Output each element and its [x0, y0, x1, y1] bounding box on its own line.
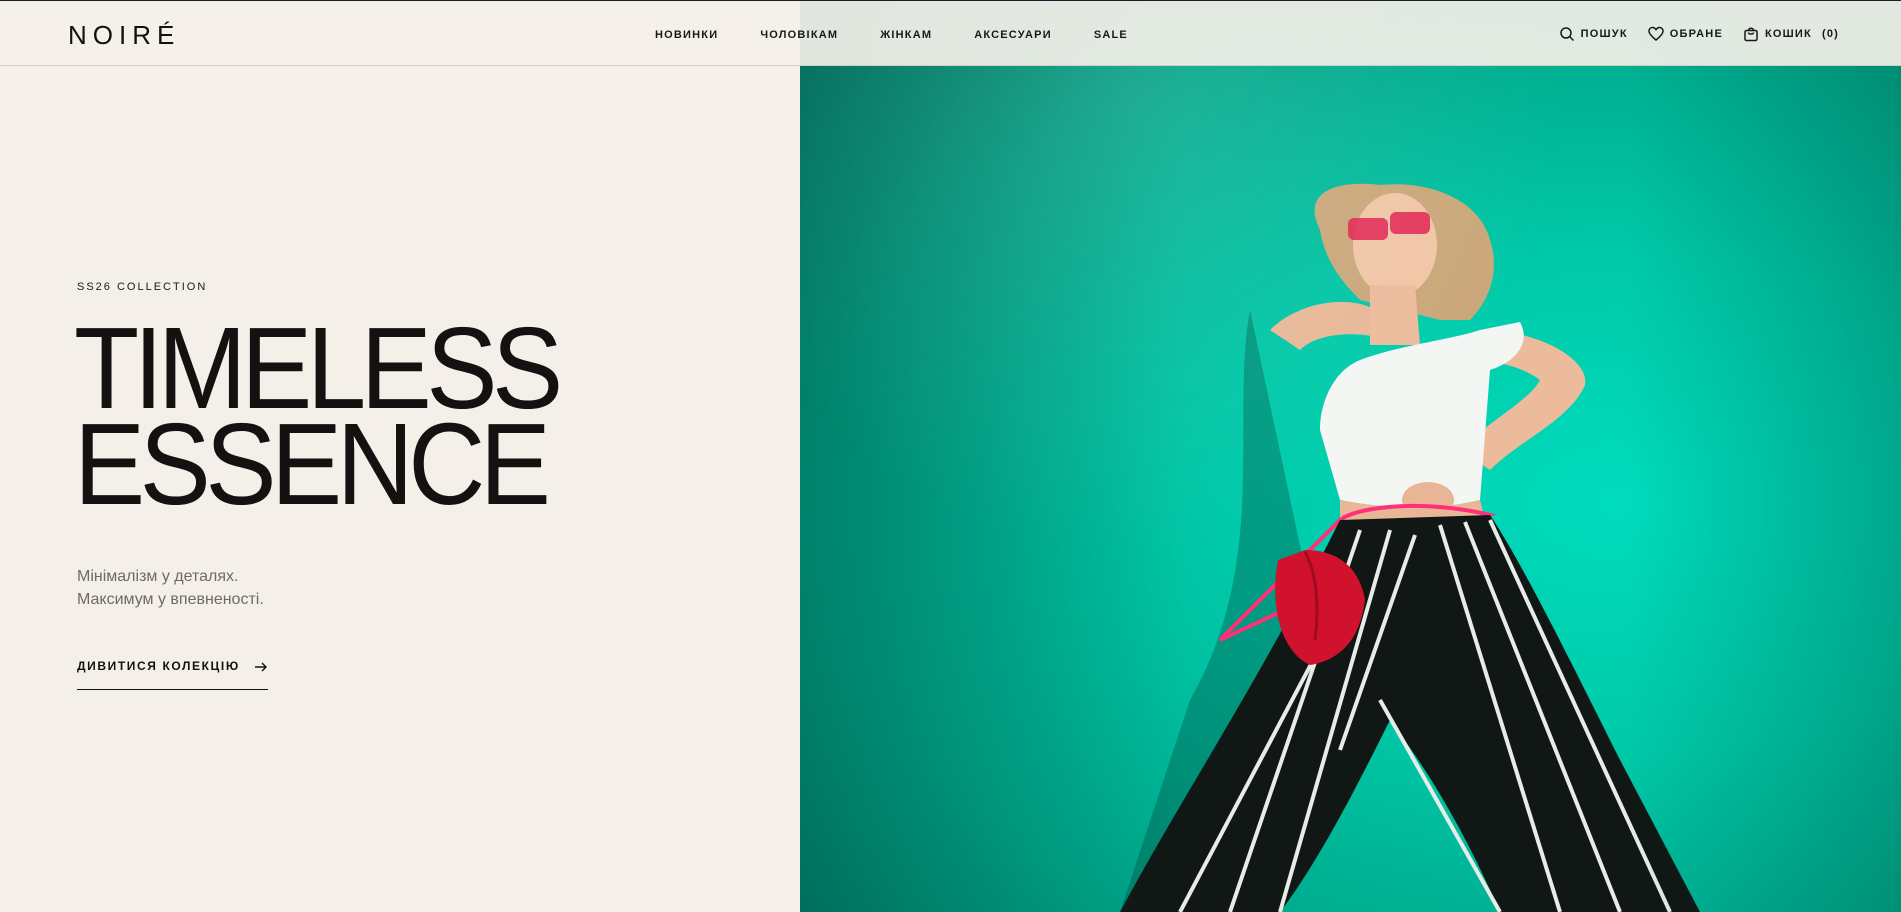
hero-image [800, 0, 1901, 912]
favorites-button[interactable]: ОБРАНЕ [1647, 26, 1723, 42]
search-button[interactable]: ПОШУК [1559, 26, 1628, 42]
cart-count: (0) [1821, 28, 1839, 40]
subtitle-line-1: Мінімалізм у деталях. [77, 568, 239, 585]
favorites-label: ОБРАНЕ [1669, 28, 1723, 40]
hero-headline: TIMELESS ESSENCE [74, 310, 563, 522]
hero-text-panel: SS26 COLLECTION TIMELESS ESSENCE Мінімал… [0, 0, 800, 912]
view-collection-button[interactable]: ДИВИТИСЯ КОЛЕКЦІЮ [77, 659, 268, 690]
nav-item-women[interactable]: ЖІНКАМ [880, 29, 932, 41]
site-header: NOIRÉ НОВИНКИ ЧОЛОВІКАМ ЖІНКАМ АКСЕСУАРИ… [0, 0, 1901, 66]
nav-item-new[interactable]: НОВИНКИ [655, 29, 718, 41]
search-icon [1559, 27, 1574, 42]
utility-nav: ПОШУК ОБРАНЕ КОШИК (0) [1559, 26, 1839, 42]
hero-subtitle: Мінімалізм у деталях. Максимум у впевнен… [77, 565, 264, 611]
search-label: ПОШУК [1580, 28, 1628, 40]
bag-icon [1744, 27, 1758, 42]
nav-item-men[interactable]: ЧОЛОВІКАМ [760, 29, 838, 41]
heart-icon [1647, 26, 1664, 41]
main-nav: НОВИНКИ ЧОЛОВІКАМ ЖІНКАМ АКСЕСУАРИ SALE [655, 29, 1170, 41]
cart-button[interactable]: КОШИК (0) [1743, 26, 1839, 42]
nav-item-sale[interactable]: SALE [1094, 29, 1128, 41]
arrow-right-icon [255, 662, 267, 672]
collection-eyebrow: SS26 COLLECTION [77, 281, 208, 293]
cart-label: КОШИК [1765, 28, 1812, 40]
nav-item-accessories[interactable]: АКСЕСУАРИ [974, 29, 1052, 41]
brand-logo[interactable]: NOIRÉ [68, 20, 180, 51]
view-collection-label: ДИВИТИСЯ КОЛЕКЦІЮ [77, 659, 240, 673]
headline-line-2: ESSENCE [74, 399, 551, 529]
subtitle-line-2: Максимум у впевненості. [77, 591, 264, 608]
